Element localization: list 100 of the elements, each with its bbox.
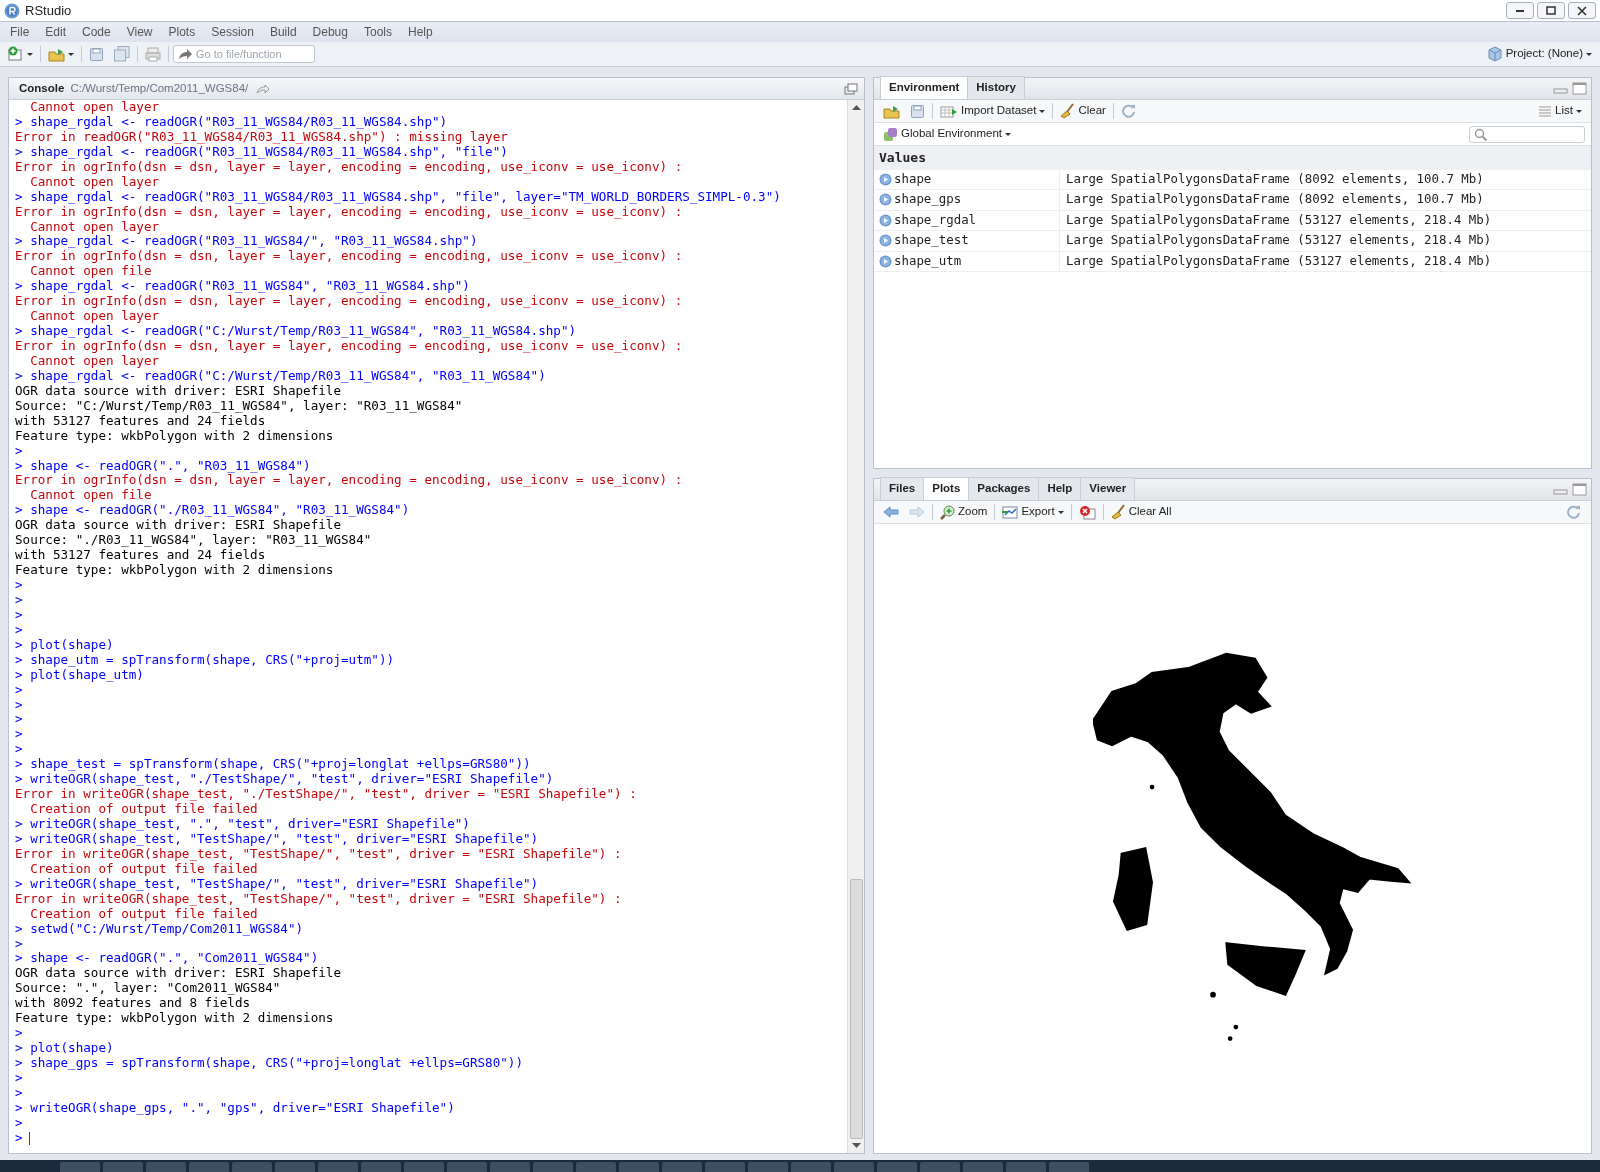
error-message: Error in ogrInfo(dsn = dsn, layer = layer, encoding = encoding, use_iconv = use_iconv) :: [15, 473, 683, 489]
taskbar-button[interactable]: [146, 1162, 186, 1172]
clear-button[interactable]: Clear: [1057, 101, 1109, 121]
zoom-button[interactable]: Zoom: [937, 502, 991, 522]
environment-scope-dropdown[interactable]: Global Environment: [880, 124, 1014, 144]
menu-item[interactable]: Build: [261, 23, 305, 41]
close-button[interactable]: [1568, 2, 1596, 19]
maximize-button[interactable]: [1537, 2, 1565, 19]
scrollbar-thumb[interactable]: [849, 879, 863, 1139]
taskbar-button[interactable]: [619, 1162, 659, 1172]
list-view-button[interactable]: List: [1535, 101, 1585, 121]
window-title: RStudio: [25, 1, 72, 20]
caret-icon: [1005, 132, 1011, 136]
console-command: > shape <- readOGR("./R03_11_WGS84", "R03_11_WGS84"): [15, 503, 410, 519]
taskbar-button[interactable]: [189, 1162, 229, 1172]
menu-item[interactable]: Help: [400, 23, 441, 41]
clear-all-button[interactable]: Clear All: [1107, 502, 1175, 522]
export-button[interactable]: Export: [999, 502, 1067, 522]
new-file-button[interactable]: [5, 45, 36, 63]
folder-icon: [883, 103, 900, 119]
expand-arrow-icon[interactable]: [879, 213, 892, 227]
taskbar-button[interactable]: [404, 1162, 444, 1172]
maximize-pane-icon[interactable]: [1572, 82, 1587, 95]
panel-tab[interactable]: Viewer: [1080, 476, 1136, 500]
minimize-button[interactable]: [1506, 2, 1534, 19]
scroll-up-arrow-icon[interactable]: [851, 104, 861, 110]
import-dataset-button[interactable]: Import Dataset: [937, 101, 1049, 121]
console-command: > shape_rgdal <- readOGR("R03_11_WGS84/R03_11_WGS84.shp"): [15, 114, 448, 130]
taskbar-button[interactable]: [877, 1162, 917, 1172]
variable-value: Large SpatialPolygonsDataFrame (8092 elements, 100.7 Mb): [1065, 169, 1484, 188]
panel-tab[interactable]: History: [967, 75, 1025, 99]
expand-arrow-icon[interactable]: [879, 254, 892, 268]
menu-item[interactable]: Code: [74, 23, 119, 41]
panel-tab[interactable]: Environment: [880, 75, 969, 99]
menu-item[interactable]: View: [118, 23, 161, 41]
console-output: OGR data source with driver: ESRI Shapefile: [15, 966, 342, 982]
taskbar-button[interactable]: [533, 1162, 573, 1172]
taskbar-button[interactable]: [232, 1162, 272, 1172]
menu-item[interactable]: Tools: [355, 23, 400, 41]
variable-value: Large SpatialPolygonsDataFrame (8092 elements, 100.7 Mb): [1065, 190, 1484, 209]
caret-icon: [1057, 510, 1064, 514]
console-command: > shape_rgdal <- readOGR("R03_11_WGS84/R03_11_WGS84.shp", "file"): [15, 144, 508, 160]
console-prompt[interactable]: >: [15, 1130, 23, 1146]
taskbar-button[interactable]: [705, 1162, 745, 1172]
taskbar-button[interactable]: [834, 1162, 874, 1172]
console-output: Source: "C:/Wurst/Temp/R03_11_WGS84", layer: "R03_11_WGS84": [15, 398, 463, 414]
taskbar-button[interactable]: [361, 1162, 401, 1172]
search-field[interactable]: [1469, 125, 1585, 143]
error-message: Creation of output file failed: [29, 861, 258, 877]
taskbar-button[interactable]: [1049, 1162, 1089, 1172]
menu-item[interactable]: Debug: [304, 23, 356, 41]
taskbar-button[interactable]: [103, 1162, 143, 1172]
console-command: > shape_rgdal <- readOGR("R03_11_WGS84/", "R03_11_WGS84.shp"): [15, 234, 478, 250]
taskbar-button[interactable]: [576, 1162, 616, 1172]
variable-value: Large SpatialPolygonsDataFrame (53127 elements, 218.4 Mb): [1065, 210, 1492, 229]
taskbar-button[interactable]: [662, 1162, 702, 1172]
console-title: Console: [19, 80, 65, 96]
broom-icon: [1060, 103, 1076, 119]
menu-item[interactable]: Edit: [37, 23, 75, 41]
maximize-pane-icon[interactable]: [1572, 483, 1587, 496]
taskbar-button[interactable]: [748, 1162, 788, 1172]
console-command: > shape <- readOGR(".", "Com2011_WGS84"): [15, 951, 319, 967]
taskbar-button[interactable]: [963, 1162, 1003, 1172]
panel-tab[interactable]: Help: [1038, 476, 1082, 500]
maximize-icon: [1545, 4, 1557, 17]
taskbar-button[interactable]: [275, 1162, 315, 1172]
console-output: Source: ".", layer: "Com2011_WGS84": [15, 981, 281, 997]
taskbar-button[interactable]: [447, 1162, 487, 1172]
close-icon: [1576, 4, 1588, 17]
scroll-down-arrow-icon[interactable]: [851, 1143, 861, 1149]
taskbar-button[interactable]: [318, 1162, 358, 1172]
restore-pane-icon[interactable]: [844, 82, 858, 95]
console-command: >: [15, 697, 23, 713]
share-arrow-icon[interactable]: [254, 82, 271, 95]
menu-item[interactable]: File: [2, 23, 38, 41]
taskbar-button[interactable]: [1006, 1162, 1046, 1172]
taskbar-button[interactable]: [791, 1162, 831, 1172]
taskbar-button[interactable]: [920, 1162, 960, 1172]
variable-value: Large SpatialPolygonsDataFrame (53127 elements, 218.4 Mb): [1065, 251, 1492, 270]
panel-tab[interactable]: Plots: [923, 476, 970, 500]
menu-item[interactable]: Plots: [160, 23, 204, 41]
taskbar-button[interactable]: [60, 1162, 100, 1172]
goto-file-field[interactable]: Go to file/function: [173, 45, 315, 63]
project-menu[interactable]: Project: (None): [1483, 44, 1595, 64]
variable-name: shape_utm: [894, 251, 962, 270]
console-command: > shape_test = spTransform(shape, CRS("+proj=longlat +ellps=GRS80")): [15, 757, 531, 773]
console-command: > plot(shape): [15, 637, 114, 653]
error-message: Creation of output file failed: [29, 802, 258, 817]
console-command: >: [15, 682, 23, 698]
list-icon: [1538, 104, 1553, 118]
menu-item[interactable]: Session: [203, 23, 262, 41]
error-message: Cannot open layer: [29, 100, 160, 115]
expand-arrow-icon[interactable]: [879, 193, 892, 207]
expand-arrow-icon[interactable]: [879, 172, 892, 186]
print-button[interactable]: [142, 45, 164, 63]
save-all-button[interactable]: [111, 45, 133, 63]
panel-tab[interactable]: Files: [880, 476, 925, 500]
taskbar-button[interactable]: [490, 1162, 530, 1172]
expand-arrow-icon[interactable]: [879, 234, 892, 248]
panel-tab[interactable]: Packages: [968, 476, 1040, 500]
